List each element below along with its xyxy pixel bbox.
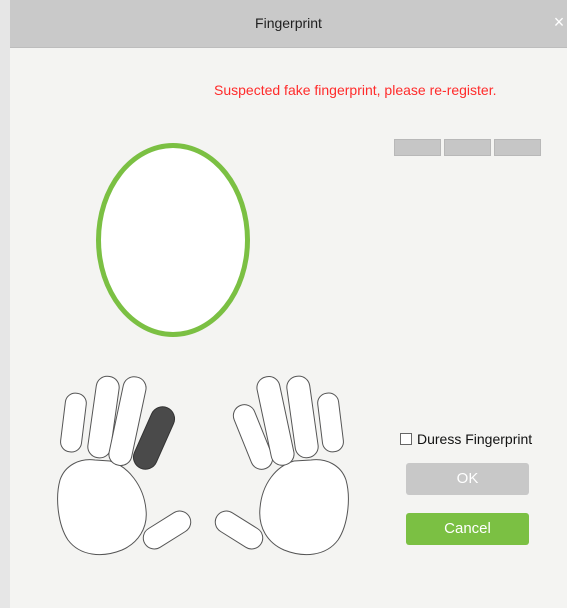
- dialog-title: Fingerprint: [255, 15, 322, 31]
- progress-segment-3: [494, 139, 541, 156]
- fingerprint-dialog: Fingerprint × Suspected fake fingerprint…: [0, 0, 567, 608]
- dialog-titlebar: Fingerprint ×: [10, 0, 567, 48]
- duress-checkbox[interactable]: [400, 433, 412, 445]
- duress-option[interactable]: Duress Fingerprint: [400, 430, 532, 448]
- ok-button[interactable]: OK: [406, 463, 529, 495]
- left-pinky-finger[interactable]: [59, 392, 87, 453]
- hand-finger-selector: [57, 375, 349, 556]
- progress-segment-2: [444, 139, 491, 156]
- left-palm: [57, 459, 147, 556]
- fingerprint-preview: [96, 143, 250, 337]
- registration-progress: [394, 139, 541, 156]
- left-thumb[interactable]: [139, 507, 195, 553]
- cancel-button[interactable]: Cancel: [406, 513, 529, 545]
- right-pinky-finger[interactable]: [317, 392, 345, 453]
- duress-label: Duress Fingerprint: [417, 431, 533, 447]
- right-palm: [259, 459, 349, 556]
- close-icon[interactable]: ×: [549, 12, 567, 32]
- error-message: Suspected fake fingerprint, please re-re…: [214, 82, 497, 98]
- progress-segment-1: [394, 139, 441, 156]
- right-thumb[interactable]: [211, 507, 267, 553]
